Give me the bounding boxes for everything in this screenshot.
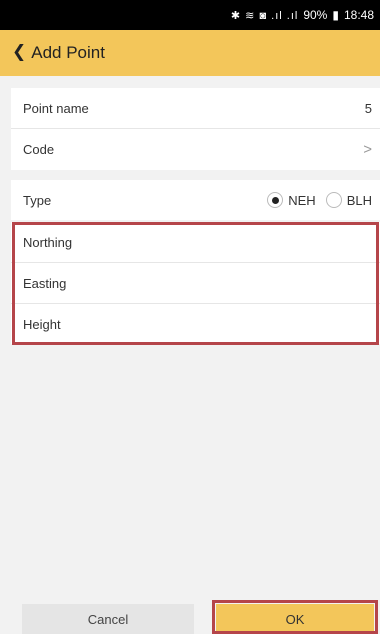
- status-bar: ✱ ≋ ◙ .ıl .ıl 90% ▮ 18:48: [0, 0, 380, 30]
- point-info-section: Point name 5 Code >: [11, 88, 380, 170]
- coordinates-section: Northing Easting Height: [11, 222, 380, 344]
- radio-neh-label: NEH: [288, 192, 316, 208]
- point-name-label: Point name: [23, 100, 89, 116]
- easting-label: Easting: [23, 275, 67, 291]
- code-label: Code: [23, 142, 55, 157]
- code-row[interactable]: Code >: [11, 129, 380, 170]
- radio-selected-icon[interactable]: [267, 192, 284, 208]
- app-bar: ❮ Add Point: [0, 30, 380, 76]
- ok-button[interactable]: OK: [216, 604, 374, 634]
- height-label: Height: [23, 317, 61, 332]
- point-name-value[interactable]: 5: [365, 101, 372, 116]
- radio-blh-label: BLH: [346, 192, 372, 208]
- northing-label: Northing: [23, 234, 73, 250]
- chevron-left-icon[interactable]: ❮: [12, 42, 26, 62]
- bottom-action-bar: Cancel OK: [0, 602, 380, 634]
- type-radio-group: NEH BLH: [267, 192, 372, 208]
- cancel-button[interactable]: Cancel: [22, 604, 194, 634]
- type-row: Type NEH BLH: [11, 180, 380, 220]
- type-label: Type: [23, 192, 52, 208]
- page-title: Add Point: [31, 43, 105, 62]
- radio-unselected-icon[interactable]: [325, 192, 342, 208]
- radio-neh[interactable]: NEH: [267, 192, 316, 208]
- chevron-right-icon[interactable]: >: [363, 141, 372, 158]
- radio-blh[interactable]: BLH: [325, 192, 372, 208]
- battery-percent: 90%: [303, 8, 328, 22]
- easting-field[interactable]: Easting: [11, 263, 380, 304]
- battery-icon: ▮: [332, 8, 339, 22]
- northing-field[interactable]: Northing: [11, 222, 380, 263]
- status-icons: ✱ ≋ ◙ .ıl .ıl: [230, 9, 299, 22]
- point-name-row[interactable]: Point name 5: [11, 88, 380, 129]
- clock: 18:48: [343, 8, 374, 22]
- height-field[interactable]: Height: [11, 304, 380, 345]
